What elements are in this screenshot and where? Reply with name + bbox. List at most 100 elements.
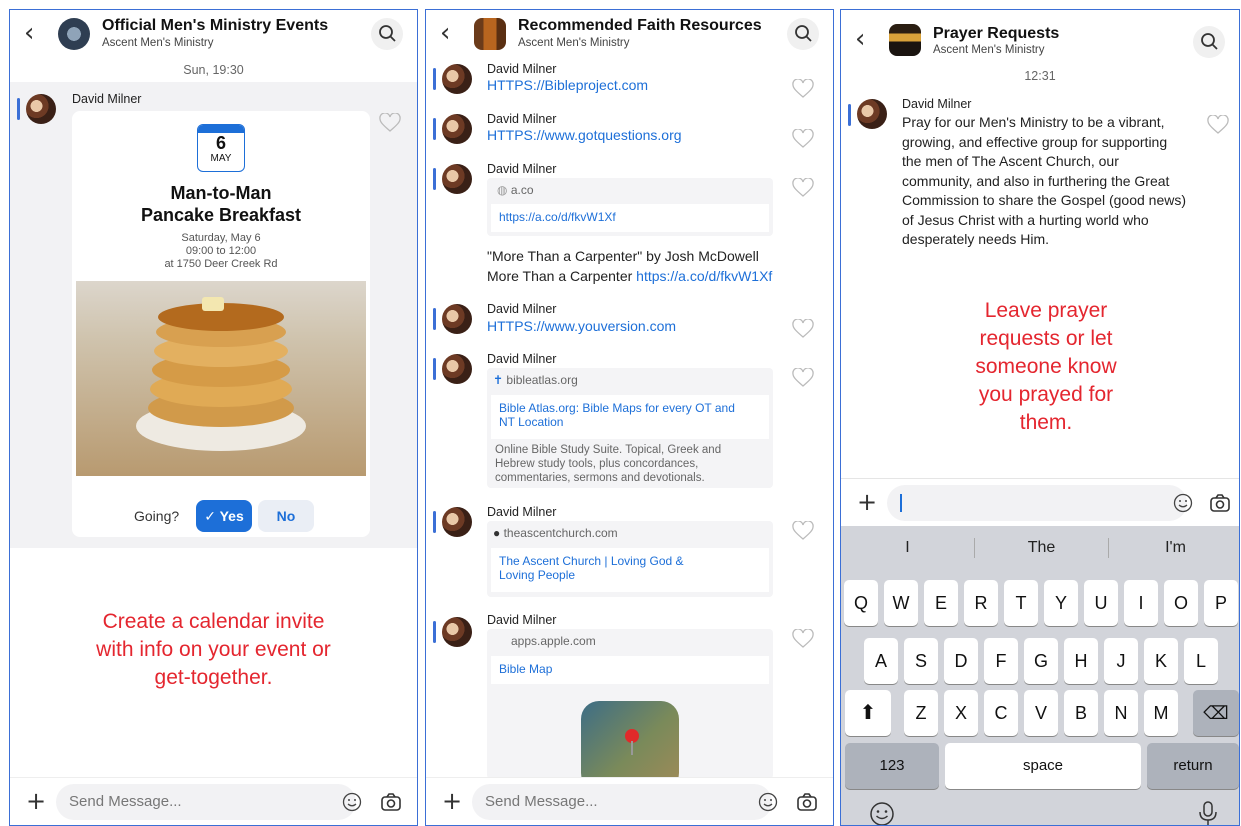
key-l[interactable]: L [1184,638,1218,684]
shift-icon: ⬆ [859,702,877,724]
key-h[interactable]: H [1064,638,1098,684]
heart-icon[interactable] [792,178,814,198]
key-e[interactable]: E [924,580,958,626]
caption-line: someone know [975,355,1117,378]
preview-title-line: The Ascent Church | Loving God & [499,554,684,568]
heart-icon[interactable] [792,629,814,649]
heart-icon[interactable] [792,79,814,99]
key-g[interactable]: G [1024,638,1058,684]
heart-icon[interactable] [792,521,814,541]
backspace-key[interactable]: ⌫ [1193,690,1239,736]
unread-indicator [433,621,436,643]
heart-icon[interactable] [1207,115,1229,135]
unread-indicator [433,308,436,330]
key-c[interactable]: C [984,690,1018,736]
suggestion-2[interactable]: The [975,526,1108,570]
event-location: at 1750 Deer Creek Rd [164,258,278,270]
chat-header: ‹ Official Men's Ministry Events Ascent … [10,10,417,58]
timestamp: 12:31 [1024,69,1056,83]
add-icon[interactable]: + [442,787,462,815]
key-d[interactable]: D [944,638,978,684]
heart-icon[interactable] [792,319,814,339]
preview-domain-text: bibleatlas.org [506,373,578,387]
preview-title[interactable]: Bible Map [491,656,769,684]
message-link[interactable]: https://a.co/d/fkvW1Xf [636,268,772,284]
key-a[interactable]: A [864,638,898,684]
sender-name: David Milner [487,62,557,76]
key-t[interactable]: T [1004,580,1038,626]
sender-avatar [442,64,472,94]
camera-icon[interactable] [380,791,402,813]
rsvp-no-button[interactable]: No [258,500,314,532]
search-button[interactable] [787,18,819,50]
back-chevron-icon[interactable]: ‹ [440,18,450,48]
message-link[interactable]: HTTPS://Bibleproject.com [487,77,648,93]
key-n[interactable]: N [1104,690,1138,736]
event-card[interactable]: 6 MAY Man-to-Man Pancake Breakfast Satur… [72,111,370,537]
heart-icon[interactable] [792,368,814,388]
microphone-icon[interactable] [1197,799,1219,826]
suggestion-3[interactable]: I'm [1109,526,1239,570]
key-u[interactable]: U [1084,580,1118,626]
globe-icon: ◍ [497,183,511,197]
key-s[interactable]: S [904,638,938,684]
search-button[interactable] [1193,26,1225,58]
message-input[interactable]: Send Message... [472,784,772,820]
preview-domain-text: a.co [510,183,534,197]
description-line: commentaries, sermons and devotionals. [495,472,705,484]
event-title-line1: Man-to-Man [170,183,272,203]
key-q[interactable]: Q [844,580,878,626]
emoji-icon[interactable] [1173,493,1193,513]
message-input[interactable]: Send Message... [56,784,356,820]
group-avatar [889,24,921,56]
backspace-icon: ⌫ [1203,703,1229,723]
emoji-icon[interactable] [342,792,362,812]
key-j[interactable]: J [1104,638,1138,684]
back-chevron-icon[interactable]: ‹ [24,18,34,48]
shift-key[interactable]: ⬆ [845,690,891,736]
key-f[interactable]: F [984,638,1018,684]
link-preview-card[interactable]: apps.apple.com Bible Map [487,629,773,791]
emoji-keyboard-icon[interactable] [869,801,895,826]
link-preview-card[interactable]: ✝ bibleatlas.org Bible Atlas.org: Bible … [487,368,773,488]
search-button[interactable] [371,18,403,50]
message-link[interactable]: HTTPS://www.youversion.com [487,318,676,334]
link-preview-card[interactable]: ◍ a.co https://a.co/d/fkvW1Xf [487,178,773,236]
yes-label: Yes [219,508,244,524]
preview-title[interactable]: Bible Atlas.org: Bible Maps for every OT… [491,395,769,439]
key-k[interactable]: K [1144,638,1178,684]
space-key[interactable]: space [945,743,1141,789]
heart-icon[interactable] [379,113,401,133]
heart-icon[interactable] [792,129,814,149]
preview-title[interactable]: The Ascent Church | Loving God & Loving P… [491,548,769,592]
caption-line: Leave prayer [984,299,1108,322]
key-p[interactable]: P [1204,580,1238,626]
return-key[interactable]: return [1147,743,1239,789]
key-y[interactable]: Y [1044,580,1078,626]
events-chat-screen: ‹ Official Men's Ministry Events Ascent … [9,9,418,826]
camera-icon[interactable] [1209,492,1231,514]
key-r[interactable]: R [964,580,998,626]
numbers-key[interactable]: 123 [845,743,939,789]
add-icon[interactable]: + [857,488,877,516]
emoji-icon[interactable] [758,792,778,812]
link-preview-card[interactable]: ● theascentchurch.com The Ascent Church … [487,521,773,597]
suggestion-1[interactable]: I [841,526,974,570]
key-v[interactable]: V [1024,690,1058,736]
message-input[interactable] [887,485,1187,521]
key-i[interactable]: I [1124,580,1158,626]
key-o[interactable]: O [1164,580,1198,626]
message-link[interactable]: HTTPS://www.gotquestions.org [487,127,682,143]
rsvp-yes-button[interactable]: ✓ Yes [196,500,252,532]
unread-indicator [433,358,436,380]
key-z[interactable]: Z [904,690,938,736]
preview-link[interactable]: https://a.co/d/fkvW1Xf [491,204,769,232]
key-w[interactable]: W [884,580,918,626]
key-b[interactable]: B [1064,690,1098,736]
back-chevron-icon[interactable]: ‹ [855,24,865,54]
camera-icon[interactable] [796,791,818,813]
key-m[interactable]: M [1144,690,1178,736]
add-icon[interactable]: + [26,787,46,815]
preview-description: Online Bible Study Suite. Topical, Greek… [495,443,721,485]
key-x[interactable]: X [944,690,978,736]
